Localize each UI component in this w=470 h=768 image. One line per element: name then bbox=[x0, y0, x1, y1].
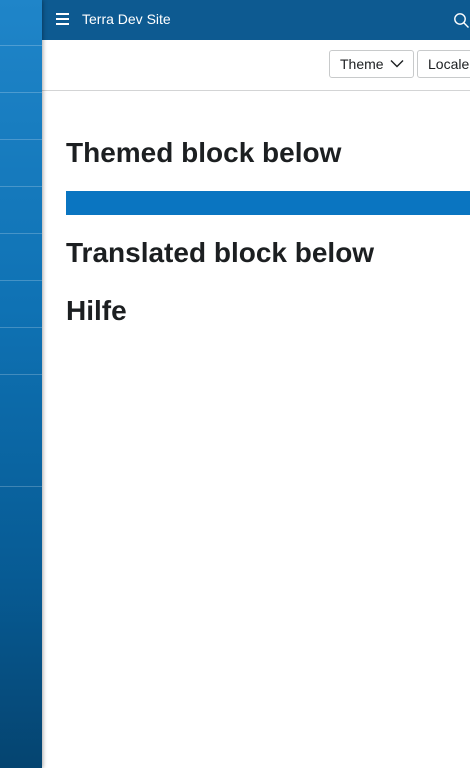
rail-item-1[interactable] bbox=[0, 0, 42, 46]
site-title[interactable]: Terra Dev Site bbox=[82, 11, 171, 27]
themed-block bbox=[66, 191, 470, 215]
translated-heading: Translated block below bbox=[66, 237, 375, 268]
side-navigation-rail bbox=[0, 0, 42, 768]
rail-item-9[interactable] bbox=[0, 375, 42, 487]
hamburger-menu-icon[interactable] bbox=[56, 13, 69, 25]
translated-text: Hilfe bbox=[66, 295, 127, 326]
rail-item-2[interactable] bbox=[0, 46, 42, 93]
theme-dropdown-button[interactable]: Theme bbox=[329, 50, 414, 78]
chevron-down-icon bbox=[390, 60, 404, 68]
rail-item-5[interactable] bbox=[0, 187, 42, 234]
locale-button-label: Locale bbox=[428, 56, 470, 72]
themed-heading: Themed block below bbox=[66, 137, 342, 168]
rail-item-4[interactable] bbox=[0, 140, 42, 187]
locale-dropdown-button[interactable]: Locale bbox=[417, 50, 470, 78]
application-header: Terra Dev Site bbox=[42, 0, 470, 40]
main-content: Themed block below Translated block belo… bbox=[42, 91, 470, 768]
rail-item-7[interactable] bbox=[0, 281, 42, 328]
toolbar: Theme Locale bbox=[42, 40, 470, 91]
search-icon[interactable] bbox=[453, 12, 470, 29]
rail-item-3[interactable] bbox=[0, 93, 42, 140]
theme-button-label: Theme bbox=[340, 56, 384, 72]
rail-item-8[interactable] bbox=[0, 328, 42, 375]
rail-item-6[interactable] bbox=[0, 234, 42, 281]
